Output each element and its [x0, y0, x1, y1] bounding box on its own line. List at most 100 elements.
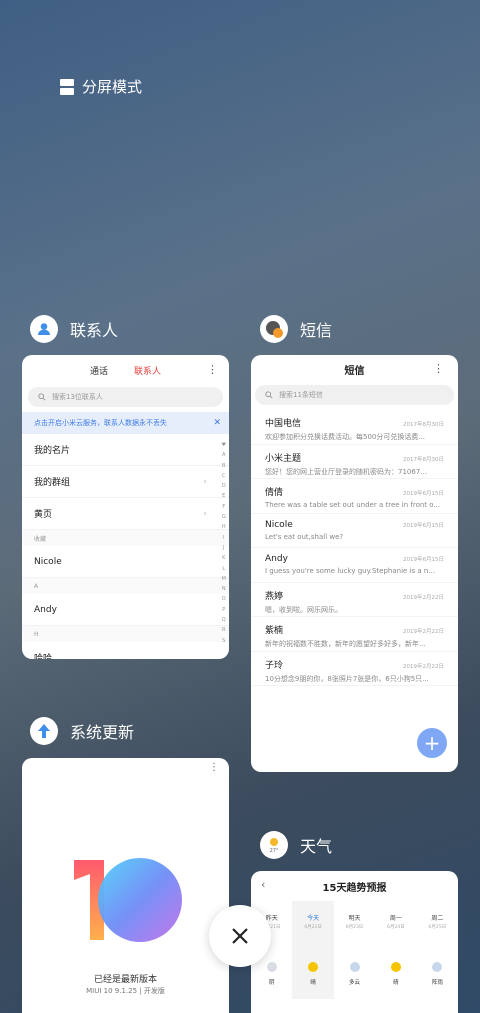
message-top: 燕婷 2019年2月22日	[265, 589, 444, 602]
message-item[interactable]: 紫楠 2019年2月22日新年的祝福数不胜数，新年的愿望好多好多，新年...	[251, 617, 458, 652]
message-item[interactable]: 子玲 2019年2月22日 10分想念9朋的你，8张照片7张是你，6只小狗5只...	[251, 652, 458, 686]
list-item-label: 我的名片	[34, 446, 71, 456]
weather-icon	[266, 962, 277, 972]
alphabet-letter[interactable]: N	[222, 584, 226, 594]
split-screen-button[interactable]: 分屏模式	[60, 76, 142, 97]
message-item[interactable]: 小米主题 2017年8月30日您好！您的网上营业厅登录的随机密码为：71067..…	[251, 445, 458, 479]
message-preview: I guess you're some lucky guy.Stephanie …	[265, 567, 435, 575]
alphabet-letter[interactable]: M	[222, 574, 226, 584]
message-date: 2019年6月15日	[403, 491, 444, 497]
message-sender: 小米主题	[265, 453, 302, 464]
close-icon[interactable]: ✕	[213, 418, 221, 428]
sms-app-header: 短信	[260, 315, 332, 343]
list-item[interactable]: Andy	[22, 594, 229, 626]
message-item[interactable]: 倩倩 2019年6月15日 There was a table set out un…	[251, 479, 458, 514]
alphabet-letter[interactable]: B	[222, 461, 226, 471]
message-item[interactable]: 燕婷 2019年2月22日嗯，收到啦。网乐网乐。	[251, 583, 458, 617]
alphabet-letter[interactable]: C	[222, 471, 226, 481]
message-preview: 您好！您的网上营业厅登录的随机密码为：71067...	[265, 467, 427, 476]
message-preview: 10分想念9朋的你，8张照片7张是你，6只小狗5只...	[265, 674, 429, 683]
message-item[interactable]: Nicole 2019年6月15日 Let's eat out,shall we?	[251, 514, 458, 548]
list-item-label: 我的群组	[34, 478, 71, 488]
sms-app-icon	[260, 315, 288, 343]
alphabet-letter[interactable]: ♥	[222, 440, 226, 450]
message-preview: There was a table set out under a tree i…	[265, 501, 441, 509]
more-icon[interactable]: ⋮	[207, 363, 218, 376]
forecast-date: 6月22日	[304, 925, 322, 930]
message-preview: 新年的祝福数不胜数，新年的愿望好多好多，新年...	[265, 640, 426, 648]
alphabet-letter[interactable]: O	[222, 594, 226, 604]
alphabet-letter[interactable]: H	[222, 522, 226, 532]
alphabet-letter[interactable]: R	[222, 625, 226, 635]
update-app-header: 系统更新	[30, 717, 134, 745]
message-preview: 欢迎参加积分兑换话费活动。每500分可兑换话费...	[265, 433, 426, 441]
alphabet-letter[interactable]: E	[222, 491, 226, 501]
sms-list: 中国电信 2017年8月30日欢迎参加积分兑换话费活动。每500分可兑换话费...…	[251, 410, 458, 686]
alphabet-letter[interactable]: F	[222, 502, 226, 512]
update-version: MIUI 10 9.1.25 | 开发版	[86, 987, 165, 995]
plus-icon: +	[423, 731, 441, 755]
alphabet-letter[interactable]: G	[222, 512, 226, 522]
alphabet-letter[interactable]: K	[222, 553, 226, 563]
forecast-day-label: 明天	[348, 915, 361, 922]
list-item[interactable]: 哈哈	[22, 642, 229, 659]
message-sender: 中国电信	[265, 419, 302, 429]
alphabet-letter[interactable]: L	[222, 564, 226, 574]
alphabet-letter[interactable]: D	[222, 481, 226, 491]
chevron-right-icon: ›	[203, 508, 207, 519]
message-top: 紫楠 2019年2月22日	[265, 623, 444, 636]
forecast-day[interactable]: 明天 6月23日 多云	[334, 901, 375, 999]
sms-search-input[interactable]: 搜索11条短信	[255, 385, 454, 405]
message-date: 2019年2月22日	[403, 663, 444, 670]
sms-header: 短信 ⋮	[251, 355, 458, 383]
list-item[interactable]: Nicole	[22, 546, 229, 578]
message-date: 2019年2月22日	[403, 594, 444, 601]
forecast-day[interactable]: 周一 6月24日晴	[375, 901, 416, 999]
tab-calls[interactable]: 通话	[90, 364, 108, 377]
forecast-day[interactable]: 周二 6月25日 阵雨	[417, 901, 458, 999]
alphabet-letter[interactable]: Q	[222, 615, 226, 625]
forecast-day-label: 今天	[307, 915, 320, 922]
forecast-days: 昨天 6月21日阴今天 6月22日晴明天 6月23日 多云 周一 6月24日晴周二 6月25日…	[251, 901, 458, 999]
alphabet-index[interactable]: ♥ A B C D E F G H I J K L M N O P Q R S	[222, 440, 226, 646]
sms-header-title: 短信	[344, 365, 365, 377]
weather-icon	[308, 962, 319, 972]
message-sender: 子玲	[265, 660, 284, 671]
list-item[interactable]: 黄页 ›	[22, 498, 229, 530]
message-top: 倩倩 2019年6月15日	[265, 485, 444, 498]
alphabet-letter[interactable]: P	[222, 605, 226, 615]
message-sender: 倩倩	[265, 488, 284, 498]
weather-app-card[interactable]: ‹ 15天趋势预报 昨天 6月21日阴今天 6月22日晴明天 6月23日 多云 周一 6月2…	[251, 871, 458, 1013]
message-top: 中国电信 2017年8月30日	[265, 416, 444, 429]
message-preview: Let's eat out,shall we?	[265, 532, 344, 541]
contacts-app-title: 联系人	[70, 321, 119, 340]
more-icon[interactable]: ⋮	[433, 362, 444, 375]
message-preview: 嗯，收到啦。网乐网乐。	[265, 605, 342, 614]
message-top: Andy 2019年6月15日	[265, 554, 444, 564]
message-item[interactable]: 中国电信 2017年8月30日欢迎参加积分兑换话费活动。每500分可兑换话费...	[251, 410, 458, 445]
message-top: 子玲 2019年2月22日	[265, 658, 444, 671]
sms-app-card[interactable]: 短信 ⋮ 搜索11条短信 中国电信 2017年8月30日欢迎参加积分兑换话费活动。…	[251, 355, 458, 772]
update-app-card[interactable]: ⋮ 已经是最新版本 MIUI 10 9.1.25 | 开发版	[22, 758, 229, 1013]
contacts-app-card[interactable]: 通话 联系人 ⋮ 搜索13位联系人 点击开启小米云服务，联系人数据永不丢失 ✕ …	[22, 355, 229, 659]
alphabet-letter[interactable]: A	[222, 450, 226, 460]
alphabet-letter[interactable]: J	[222, 543, 226, 553]
weather-header: ‹ 15天趋势预报	[251, 871, 458, 901]
tab-contacts[interactable]: 联系人	[134, 364, 161, 377]
more-icon[interactable]: ⋮	[209, 762, 219, 773]
list-item[interactable]: 我的名片	[22, 434, 229, 466]
new-message-button[interactable]: +	[417, 728, 447, 758]
back-icon[interactable]: ‹	[261, 878, 265, 891]
message-item[interactable]: Andy 2019年6月15日 I guess you're some lucky …	[251, 548, 458, 583]
update-app-title: 系统更新	[70, 723, 135, 742]
alphabet-letter[interactable]: I	[222, 533, 226, 543]
contacts-search-input[interactable]: 搜索13位联系人	[28, 387, 223, 407]
list-item[interactable]: 我的群组 ›	[22, 466, 229, 498]
clear-all-button[interactable]	[209, 905, 271, 967]
forecast-date: 6月23日	[345, 925, 364, 930]
cloud-service-banner[interactable]: 点击开启小米云服务，联系人数据永不丢失 ✕	[22, 412, 229, 434]
split-screen-icon	[60, 78, 74, 95]
alphabet-letter[interactable]: S	[222, 636, 226, 646]
message-top: 小米主题 2017年8月30日	[265, 451, 444, 464]
forecast-day[interactable]: 今天 6月22日晴	[292, 901, 334, 999]
